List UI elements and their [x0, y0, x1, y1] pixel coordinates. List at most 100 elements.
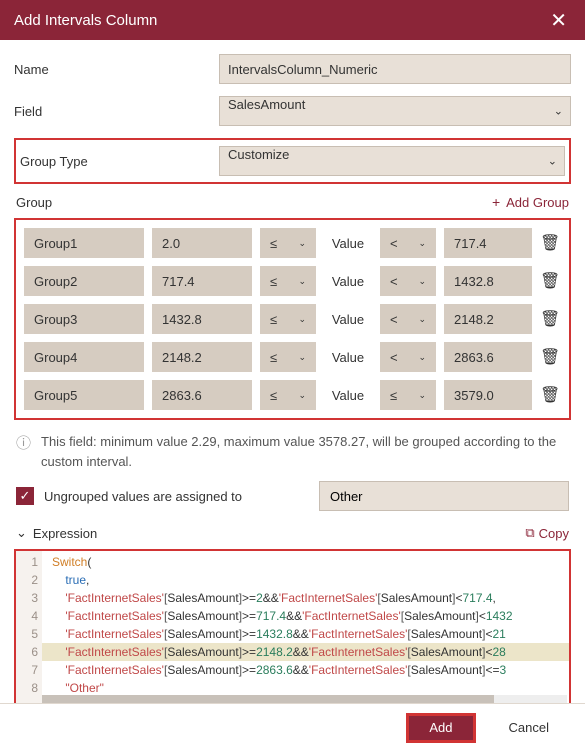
info-icon: ⓘ [16, 433, 31, 456]
value-label: Value [324, 266, 372, 296]
group-type-label: Group Type [20, 154, 209, 169]
info-row: ⓘ This field: minimum value 2.29, maximu… [16, 432, 569, 471]
ungrouped-row: ✓ Ungrouped values are assigned to [16, 481, 569, 511]
group-to-input[interactable]: 3579.0 [444, 380, 532, 410]
dialog-body: Name Field SalesAmount ⌄ Group Type Cust… [0, 40, 585, 721]
copy-button[interactable]: ⧉ Copy [525, 525, 569, 541]
group-name-input[interactable]: Group5 [24, 380, 144, 410]
titlebar: Add Intervals Column ✕ [0, 0, 585, 40]
group-to-input[interactable]: 2863.6 [444, 342, 532, 372]
cancel-button[interactable]: Cancel [489, 714, 569, 742]
chevron-down-icon: ⌄ [418, 390, 426, 401]
ungrouped-label: Ungrouped values are assigned to [44, 489, 309, 504]
group-to-input[interactable]: 1432.8 [444, 266, 532, 296]
chevron-down-icon: ⌄ [298, 352, 306, 363]
close-icon[interactable]: ✕ [546, 4, 571, 37]
group-name-input[interactable]: Group1 [24, 228, 144, 258]
group-type-select[interactable]: Customize [219, 146, 565, 176]
field-label: Field [14, 104, 209, 119]
info-text: This field: minimum value 2.29, maximum … [41, 432, 569, 471]
delete-icon[interactable]: 🗑 [540, 385, 560, 405]
group-to-input[interactable]: 2148.2 [444, 304, 532, 334]
editor-code: Switch( true, 'FactInternetSales'[SalesA… [42, 551, 569, 699]
group-op2-select[interactable]: ≤⌄ [380, 380, 436, 410]
group-op1-select[interactable]: ≤⌄ [260, 304, 316, 334]
group-name-input[interactable]: Group2 [24, 266, 144, 296]
group-op1-select[interactable]: ≤⌄ [260, 342, 316, 372]
dialog-title: Add Intervals Column [14, 12, 157, 29]
expression-header: ⌄ Expression ⧉ Copy [16, 525, 569, 541]
group-op1-select[interactable]: ≤⌄ [260, 266, 316, 296]
name-input[interactable] [219, 54, 571, 84]
code-line: 'FactInternetSales'[SalesAmount]>=1432.8… [52, 625, 563, 643]
group-row: Group4 2148.2 ≤⌄ Value <⌄ 2863.6 🗑 [24, 342, 561, 372]
editor-hscrollbar[interactable] [42, 695, 567, 703]
group-name-input[interactable]: Group3 [24, 304, 144, 334]
group-op2-select[interactable]: <⌄ [380, 342, 436, 372]
groups-container: Group1 2.0 ≤⌄ Value <⌄ 717.4 🗑 Group2 717.4 ≤⌄ Val… [14, 218, 571, 420]
row-field: Field SalesAmount ⌄ [14, 96, 571, 126]
plus-icon: + [492, 194, 500, 210]
delete-icon[interactable]: 🗑 [540, 309, 560, 329]
chevron-down-icon: ⌄ [298, 276, 306, 287]
row-name: Name [14, 54, 571, 84]
value-label: Value [324, 342, 372, 372]
delete-icon[interactable]: 🗑 [540, 233, 560, 253]
expression-editor[interactable]: 12345678 Switch( true, 'FactInternetSale… [14, 549, 571, 707]
delete-icon[interactable]: 🗑 [540, 347, 560, 367]
expression-label: Expression [33, 526, 97, 541]
group-type-value: Customize [228, 147, 289, 162]
add-group-button[interactable]: + Add Group [492, 194, 569, 210]
dialog-footer: Add Cancel [0, 703, 585, 751]
group-op2-select[interactable]: <⌄ [380, 228, 436, 258]
editor-gutter: 12345678 [16, 551, 42, 705]
group-type-highlight: Group Type Customize ⌄ [14, 138, 571, 184]
group-from-input[interactable]: 2.0 [152, 228, 252, 258]
group-op1-select[interactable]: ≤⌄ [260, 380, 316, 410]
chevron-down-icon: ⌄ [418, 314, 426, 325]
group-from-input[interactable]: 2863.6 [152, 380, 252, 410]
add-group-label: Add Group [506, 195, 569, 210]
chevron-down-icon: ⌄ [298, 238, 306, 249]
chevron-down-icon: ⌄ [418, 276, 426, 287]
code-line: 'FactInternetSales'[SalesAmount]>=2863.6… [52, 661, 563, 679]
value-label: Value [324, 380, 372, 410]
group-from-input[interactable]: 717.4 [152, 266, 252, 296]
code-line: 'FactInternetSales'[SalesAmount]>=2&&'Fa… [52, 589, 563, 607]
group-row: Group3 1432.8 ≤⌄ Value <⌄ 2148.2 🗑 [24, 304, 561, 334]
expression-toggle[interactable]: ⌄ Expression [16, 525, 97, 541]
ungrouped-checkbox[interactable]: ✓ [16, 487, 34, 505]
name-label: Name [14, 62, 209, 77]
group-op2-select[interactable]: <⌄ [380, 304, 436, 334]
copy-label: Copy [539, 526, 569, 541]
value-label: Value [324, 304, 372, 334]
group-op2-select[interactable]: <⌄ [380, 266, 436, 296]
group-from-input[interactable]: 1432.8 [152, 304, 252, 334]
group-row: Group2 717.4 ≤⌄ Value <⌄ 1432.8 🗑 [24, 266, 561, 296]
code-line: Switch( [52, 553, 563, 571]
group-header: Group + Add Group [16, 194, 569, 210]
value-label: Value [324, 228, 372, 258]
code-line: true, [52, 571, 563, 589]
group-name-input[interactable]: Group4 [24, 342, 144, 372]
code-line: 'FactInternetSales'[SalesAmount]>=717.4&… [52, 607, 563, 625]
chevron-down-icon: ⌄ [418, 238, 426, 249]
chevron-down-icon: ⌄ [298, 390, 306, 401]
group-from-input[interactable]: 2148.2 [152, 342, 252, 372]
scrollbar-thumb[interactable] [42, 695, 494, 703]
code-line: 'FactInternetSales'[SalesAmount]>=2148.2… [52, 643, 563, 661]
group-op1-select[interactable]: ≤⌄ [260, 228, 316, 258]
field-select[interactable]: SalesAmount [219, 96, 571, 126]
add-button[interactable]: Add [407, 714, 474, 742]
chevron-down-icon: ⌄ [418, 352, 426, 363]
field-value: SalesAmount [228, 97, 305, 112]
group-row: Group1 2.0 ≤⌄ Value <⌄ 717.4 🗑 [24, 228, 561, 258]
ungrouped-value-input[interactable] [319, 481, 569, 511]
group-to-input[interactable]: 717.4 [444, 228, 532, 258]
chevron-down-icon: ⌄ [298, 314, 306, 325]
group-row: Group5 2863.6 ≤⌄ Value ≤⌄ 3579.0 🗑 [24, 380, 561, 410]
delete-icon[interactable]: 🗑 [540, 271, 560, 291]
chevron-down-icon: ⌄ [16, 525, 27, 541]
copy-icon: ⧉ [525, 525, 534, 541]
group-label: Group [16, 195, 52, 210]
